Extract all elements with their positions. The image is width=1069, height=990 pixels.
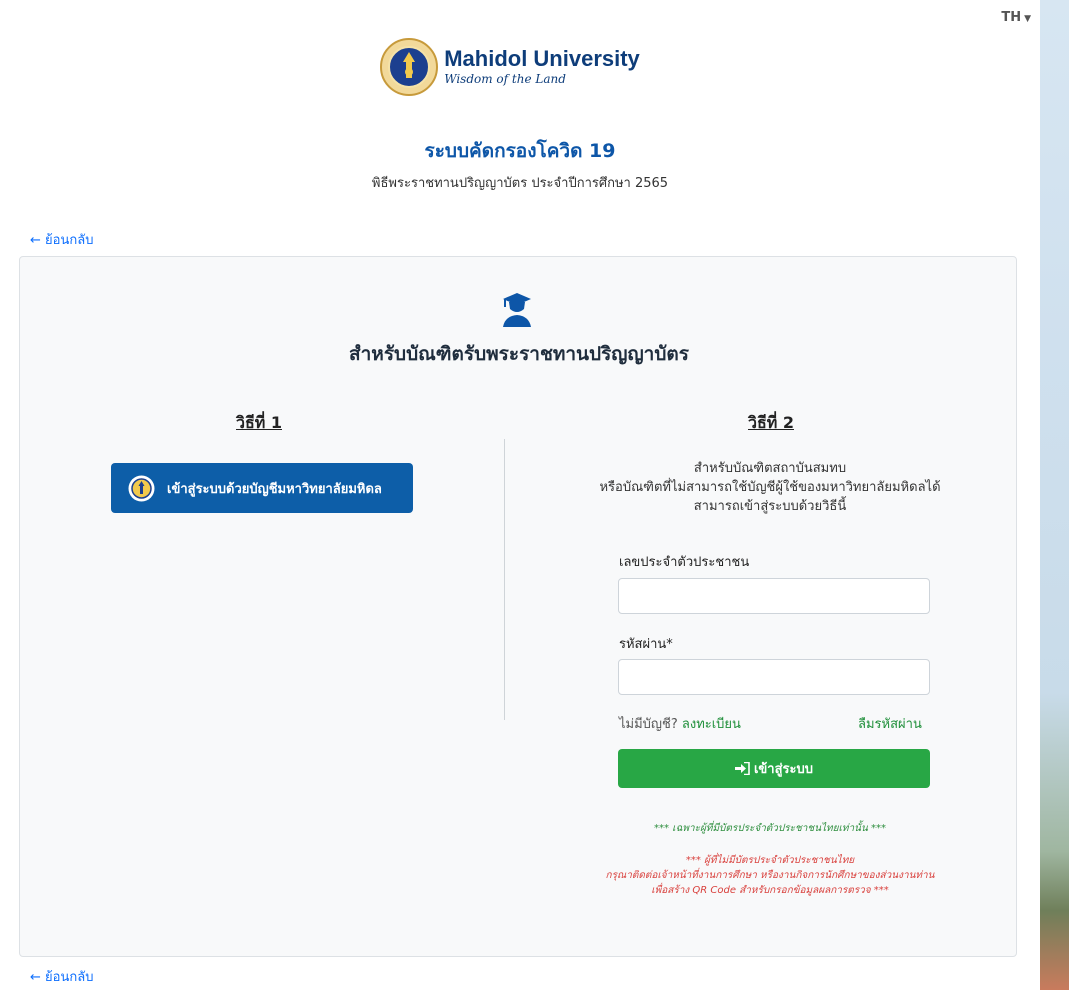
note-line: *** ผู้ที่ไม่มีบัตรประจำตัวประชาชนไทย bbox=[685, 855, 855, 866]
chevron-down-icon: ▼ bbox=[1024, 14, 1031, 24]
back-link-bottom[interactable]: ← ย้อนกลับ bbox=[30, 966, 93, 987]
sign-in-icon bbox=[734, 762, 750, 775]
password-input[interactable] bbox=[618, 659, 930, 695]
sso-login-button[interactable]: เข้าสู่ระบบด้วยบัญชีมหาวิทยาลัยมหิดล bbox=[111, 463, 413, 513]
method-2-description: สำหรับบัณฑิตสถาบันสมทบ หรือบัณฑิตที่ไม่ส… bbox=[560, 459, 980, 516]
brand-name: Mahidol University bbox=[444, 46, 640, 71]
desc-line: สามารถเข้าสู่ระบบด้วยวิธีนี้ bbox=[693, 499, 847, 514]
register-row: ไม่มีบัญชี? ลงทะเบียน bbox=[619, 713, 741, 734]
university-seal-icon bbox=[380, 38, 439, 96]
note-line: กรุณาติดต่อเจ้าหน้าที่งานการศึกษา หรืองา… bbox=[605, 870, 935, 881]
page-subtitle: พิธีพระราชทานปริญญาบัตร ประจำปีการศึกษา … bbox=[371, 176, 669, 191]
citizen-id-input[interactable] bbox=[618, 578, 930, 614]
back-link-label: ย้อนกลับ bbox=[45, 970, 94, 985]
language-switch-label: TH bbox=[1001, 10, 1022, 25]
desc-line: สำหรับบัณฑิตสถาบันสมทบ bbox=[693, 461, 847, 476]
header: Mahidol University Wisdom of the Land bbox=[0, 38, 1040, 96]
arrow-left-icon: ← bbox=[30, 970, 41, 985]
password-label: รหัสผ่าน* bbox=[619, 637, 673, 652]
method-1-heading: วิธีที่ 1 bbox=[236, 413, 282, 432]
thai-id-only-note: *** เฉพาะผู้ที่มีบัตรประจำตัวประชาชนไทยเ… bbox=[654, 823, 886, 834]
university-seal-icon bbox=[128, 475, 155, 501]
register-link[interactable]: ลงทะเบียน bbox=[682, 717, 741, 732]
page-title: ระบบคัดกรองโควิด 19 bbox=[424, 140, 616, 162]
forgot-password-link[interactable]: ลืมรหัสผ่าน bbox=[858, 713, 922, 734]
brand-text: Mahidol University Wisdom of the Land bbox=[444, 47, 640, 87]
sso-login-label: เข้าสู่ระบบด้วยบัญชีมหาวิทยาลัยมหิดล bbox=[167, 481, 382, 497]
note-line: เพื่อสร้าง QR Code สำหรับกรอกข้อมูลผลการ… bbox=[651, 885, 889, 896]
login-button-label: เข้าสู่ระบบ bbox=[753, 762, 814, 777]
university-logo: Mahidol University Wisdom of the Land bbox=[0, 38, 1040, 96]
no-account-text: ไม่มีบัญชี? bbox=[619, 717, 678, 732]
back-link-label: ย้อนกลับ bbox=[45, 233, 94, 248]
back-link-top[interactable]: ← ย้อนกลับ bbox=[30, 229, 93, 250]
brand-tagline: Wisdom of the Land bbox=[444, 72, 566, 86]
login-button[interactable]: เข้าสู่ระบบ bbox=[618, 749, 930, 788]
arrow-left-icon: ← bbox=[30, 233, 41, 248]
card-title: สำหรับบัณฑิตรับพระราชทานปริญญาบัตร bbox=[349, 343, 689, 365]
method-2-heading: วิธีที่ 2 bbox=[748, 413, 794, 432]
language-switch[interactable]: TH ▼ bbox=[1001, 10, 1031, 25]
citizen-id-label: เลขประจำตัวประชาชน bbox=[619, 555, 750, 570]
login-card: สำหรับบัณฑิตรับพระราชทานปริญญาบัตร วิธีท… bbox=[19, 256, 1017, 957]
graduate-icon bbox=[503, 293, 531, 327]
desc-line: หรือบัณฑิตที่ไม่สามารถใช้บัญชีผู้ใช้ของม… bbox=[599, 480, 941, 495]
column-divider bbox=[504, 439, 505, 720]
background-photo-strip bbox=[1040, 0, 1069, 990]
non-thai-contact-note: *** ผู้ที่ไม่มีบัตรประจำตัวประชาชนไทย กร… bbox=[540, 853, 1000, 898]
